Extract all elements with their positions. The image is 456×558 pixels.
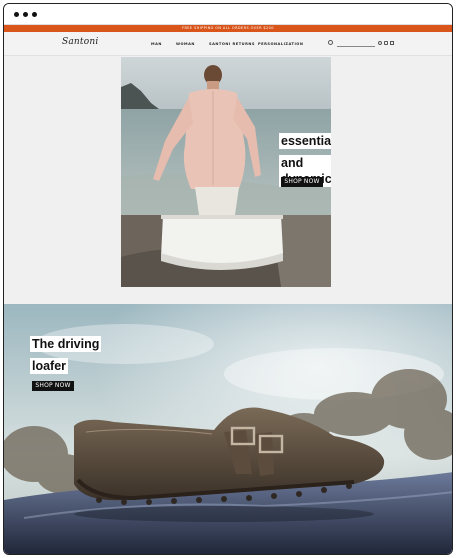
brand-logo[interactable]: Santoni [62, 37, 98, 47]
hero-banner-driving-loafer[interactable]: The driving loafer SHOP NOW [4, 304, 452, 554]
nav-item-santoni-returns[interactable]: SANTONI RETURNS [209, 42, 255, 46]
window-dot-icon[interactable] [23, 12, 28, 17]
account-icon[interactable] [378, 41, 382, 45]
wishlist-icon[interactable] [384, 41, 388, 45]
search-underline [337, 46, 375, 47]
nav-item-woman[interactable]: WOMAN [176, 42, 195, 46]
promo-bar[interactable]: FREE SHIPPING ON ALL ORDERS OVER $200 [4, 25, 452, 32]
window-dot-icon[interactable] [32, 12, 37, 17]
window-dot-icon[interactable] [14, 12, 19, 17]
search-icon[interactable] [328, 40, 333, 45]
hero-headline-line-1: The driving [30, 336, 102, 352]
hero-headline-line-1: essential [279, 133, 331, 149]
hero-banner-essential[interactable]: essential and dynamic SHOP NOW [121, 57, 331, 287]
shop-now-button[interactable]: SHOP NOW [281, 177, 323, 187]
hero-headline-line-2: loafer [30, 358, 69, 374]
site-header: Santoni MAN WOMAN SANTONI RETURNS PERSON… [4, 32, 452, 56]
shop-now-button[interactable]: SHOP NOW [32, 381, 74, 391]
search-box[interactable] [328, 40, 376, 47]
browser-window: FREE SHIPPING ON ALL ORDERS OVER $200 Sa… [3, 3, 453, 555]
nav-item-personalization[interactable]: PERSONALIZATION [258, 42, 303, 46]
nav-item-man[interactable]: MAN [151, 42, 162, 46]
cart-icon[interactable] [390, 41, 394, 45]
promo-text: FREE SHIPPING ON ALL ORDERS OVER $200 [182, 26, 274, 30]
browser-titlebar [4, 4, 452, 25]
